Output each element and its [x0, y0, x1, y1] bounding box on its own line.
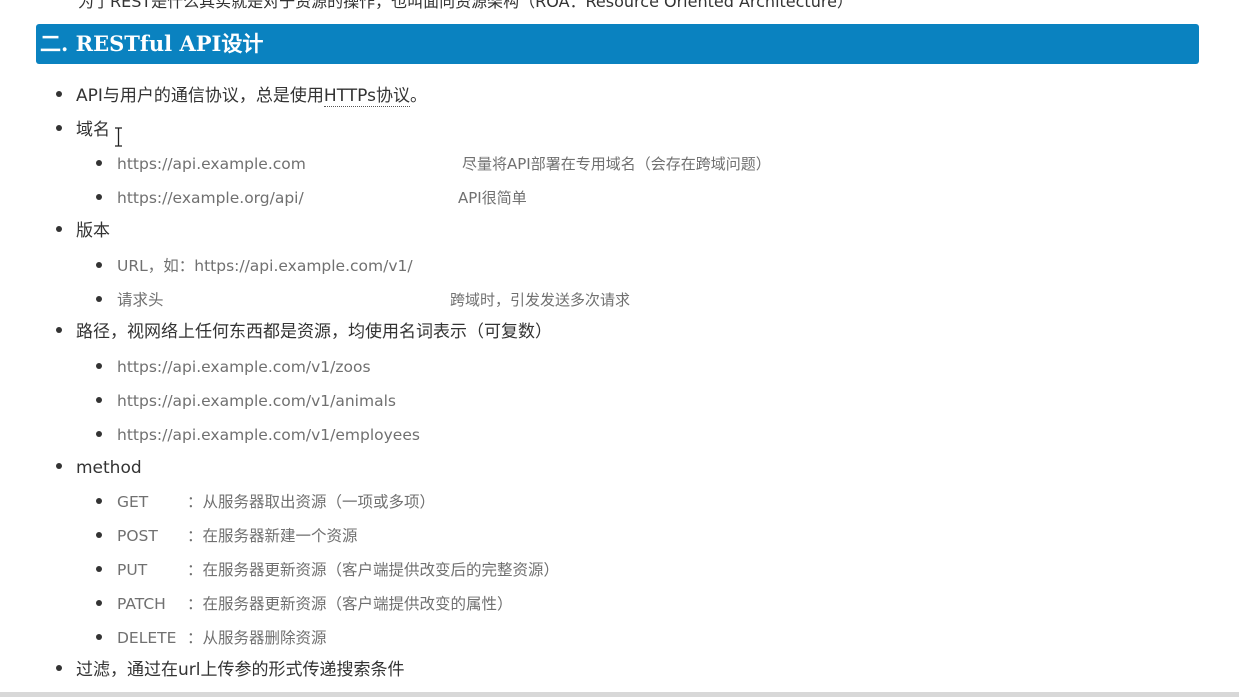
list-item-domain: 域名	[56, 120, 110, 140]
bullet-icon	[96, 565, 102, 572]
protocol-suffix: 。	[409, 86, 427, 106]
version-label: 版本	[76, 221, 110, 241]
list-item-method: method	[56, 458, 142, 478]
bullet-icon	[96, 430, 102, 437]
version-note-2: 跨域时，引发发送多次请求	[450, 291, 631, 309]
bullet-icon	[96, 599, 102, 606]
method-label: method	[76, 458, 142, 478]
bullet-icon	[56, 327, 62, 333]
bullet-icon	[96, 531, 102, 538]
method-desc-post: ：在服务器新建一个资源	[187, 527, 358, 545]
bullet-icon	[96, 396, 102, 403]
bullet-icon	[56, 226, 62, 232]
protocol-prefix: API与用户的通信协议，总是使用	[76, 86, 324, 106]
list-item: URL，如：https://api.example.com/v1/	[96, 256, 413, 276]
bullet-icon	[96, 497, 102, 504]
list-item: PATCH ：在服务器更新资源（客户端提供改变的属性）	[96, 594, 513, 614]
domain-note-1: 尽量将API部署在专用域名（会存在跨域问题）	[462, 155, 771, 173]
bottom-scrollbar-track[interactable]	[0, 692, 1239, 697]
method-name-get: GET	[117, 493, 149, 511]
domain-label: 域名	[76, 120, 110, 140]
filter-label: 过滤，通过在url上传参的形式传递搜索条件	[76, 660, 405, 680]
method-name-patch: PATCH	[117, 595, 166, 613]
method-name-delete: DELETE	[117, 629, 177, 647]
domain-note-2: API很简单	[458, 189, 527, 207]
list-item: 请求头	[96, 290, 164, 310]
document-page: 为了REST是什么其实就是对于资源的操作，也叫面向资源架构（ROA：Resour…	[0, 0, 1239, 697]
list-item: DELETE ：从服务器删除资源	[96, 628, 327, 648]
version-item-1: URL，如：https://api.example.com/v1/	[117, 257, 413, 275]
bullet-icon	[96, 193, 102, 200]
path-label: 路径，视网络上任何东西都是资源，均使用名词表示（可复数）	[76, 322, 552, 342]
list-item-filter: 过滤，通过在url上传参的形式传递搜索条件	[56, 660, 405, 680]
list-item-path: 路径，视网络上任何东西都是资源，均使用名词表示（可复数）	[56, 322, 552, 342]
path-url-3: https://api.example.com/v1/employees	[117, 426, 420, 444]
list-item: POST ：在服务器新建一个资源	[96, 526, 358, 546]
method-desc-delete: ：从服务器删除资源	[187, 629, 327, 647]
bullet-icon	[56, 125, 62, 131]
bullet-icon	[96, 159, 102, 166]
bullet-icon	[96, 362, 102, 369]
section-header: 二. RESTful API设计	[36, 24, 1199, 64]
bullet-icon	[56, 665, 62, 671]
list-item: https://api.example.com/v1/employees	[96, 425, 420, 445]
bullet-icon	[96, 261, 102, 268]
method-name-put: PUT	[117, 561, 148, 579]
method-desc-patch: ：在服务器更新资源（客户端提供改变的属性）	[187, 595, 513, 613]
list-item-version: 版本	[56, 221, 110, 241]
bullet-icon	[56, 91, 62, 97]
text-cursor-icon	[115, 127, 122, 147]
method-name-post: POST	[117, 527, 158, 545]
list-item-protocol: API与用户的通信协议，总是使用HTTPs协议。	[56, 86, 427, 107]
path-url-1: https://api.example.com/v1/zoos	[117, 358, 371, 376]
domain-url-1: https://api.example.com	[117, 155, 306, 173]
protocol-term: HTTPs协议	[323, 86, 410, 107]
section-title: 二. RESTful API设计	[40, 31, 264, 56]
domain-url-2: https://example.org/api/	[117, 189, 304, 207]
method-desc-put: ：在服务器更新资源（客户端提供改变后的完整资源）	[187, 561, 560, 579]
method-desc-get: ：从服务器取出资源（一项或多项）	[187, 493, 436, 511]
list-item: https://api.example.com	[96, 154, 306, 174]
bullet-icon	[56, 463, 62, 469]
list-item: https://api.example.com/v1/animals	[96, 391, 396, 411]
bullet-icon	[96, 633, 102, 640]
list-item: PUT ：在服务器更新资源（客户端提供改变后的完整资源）	[96, 560, 559, 580]
top-partial-text: 为了REST是什么其实就是对于资源的操作，也叫面向资源架构（ROA：Resour…	[78, 0, 853, 11]
path-url-2: https://api.example.com/v1/animals	[117, 392, 396, 410]
version-item-2: 请求头	[117, 291, 164, 309]
bullet-icon	[96, 295, 102, 302]
list-item: GET ：从服务器取出资源（一项或多项）	[96, 492, 435, 512]
list-item: https://api.example.com/v1/zoos	[96, 357, 371, 377]
list-item: https://example.org/api/	[96, 188, 304, 208]
